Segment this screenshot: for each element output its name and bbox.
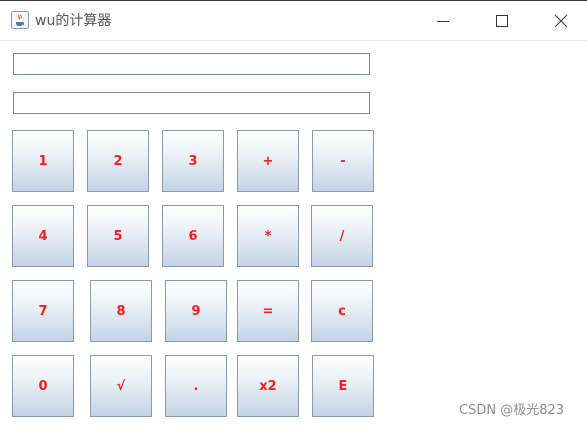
minimize-icon bbox=[437, 21, 449, 22]
key-6-button[interactable]: 6 bbox=[162, 205, 224, 267]
key-square-button[interactable]: x2 bbox=[237, 355, 299, 417]
title-bar[interactable]: wu的计算器 bbox=[0, 1, 587, 41]
key-7-button[interactable]: 7 bbox=[12, 280, 74, 342]
key-equals-button[interactable]: = bbox=[237, 280, 299, 342]
key-sqrt-button[interactable]: √ bbox=[90, 355, 152, 417]
key-4-button[interactable]: 4 bbox=[12, 205, 74, 267]
maximize-icon bbox=[496, 15, 508, 27]
watermark-text: CSDN @极光823 bbox=[459, 403, 565, 418]
display-field-2[interactable] bbox=[13, 92, 370, 114]
maximize-button[interactable] bbox=[479, 2, 525, 40]
minimize-button[interactable] bbox=[420, 2, 466, 40]
key-e-button[interactable]: E bbox=[312, 355, 374, 417]
key-multiply-button[interactable]: * bbox=[237, 205, 299, 267]
key-minus-button[interactable]: - bbox=[312, 130, 374, 192]
key-0-button[interactable]: 0 bbox=[12, 355, 74, 417]
java-coffee-cup-icon bbox=[11, 11, 29, 29]
window-title: wu的计算器 bbox=[35, 13, 112, 29]
key-divide-button[interactable]: / bbox=[311, 205, 373, 267]
display-field-1[interactable] bbox=[13, 53, 370, 75]
key-9-button[interactable]: 9 bbox=[165, 280, 227, 342]
key-clear-button[interactable]: c bbox=[311, 280, 373, 342]
close-icon bbox=[554, 14, 568, 28]
key-5-button[interactable]: 5 bbox=[87, 205, 149, 267]
key-2-button[interactable]: 2 bbox=[87, 130, 149, 192]
close-button[interactable] bbox=[538, 2, 584, 40]
key-3-button[interactable]: 3 bbox=[162, 130, 224, 192]
key-1-button[interactable]: 1 bbox=[12, 130, 74, 192]
key-8-button[interactable]: 8 bbox=[90, 280, 152, 342]
key-plus-button[interactable]: + bbox=[237, 130, 299, 192]
key-decimal-button[interactable]: . bbox=[165, 355, 227, 417]
